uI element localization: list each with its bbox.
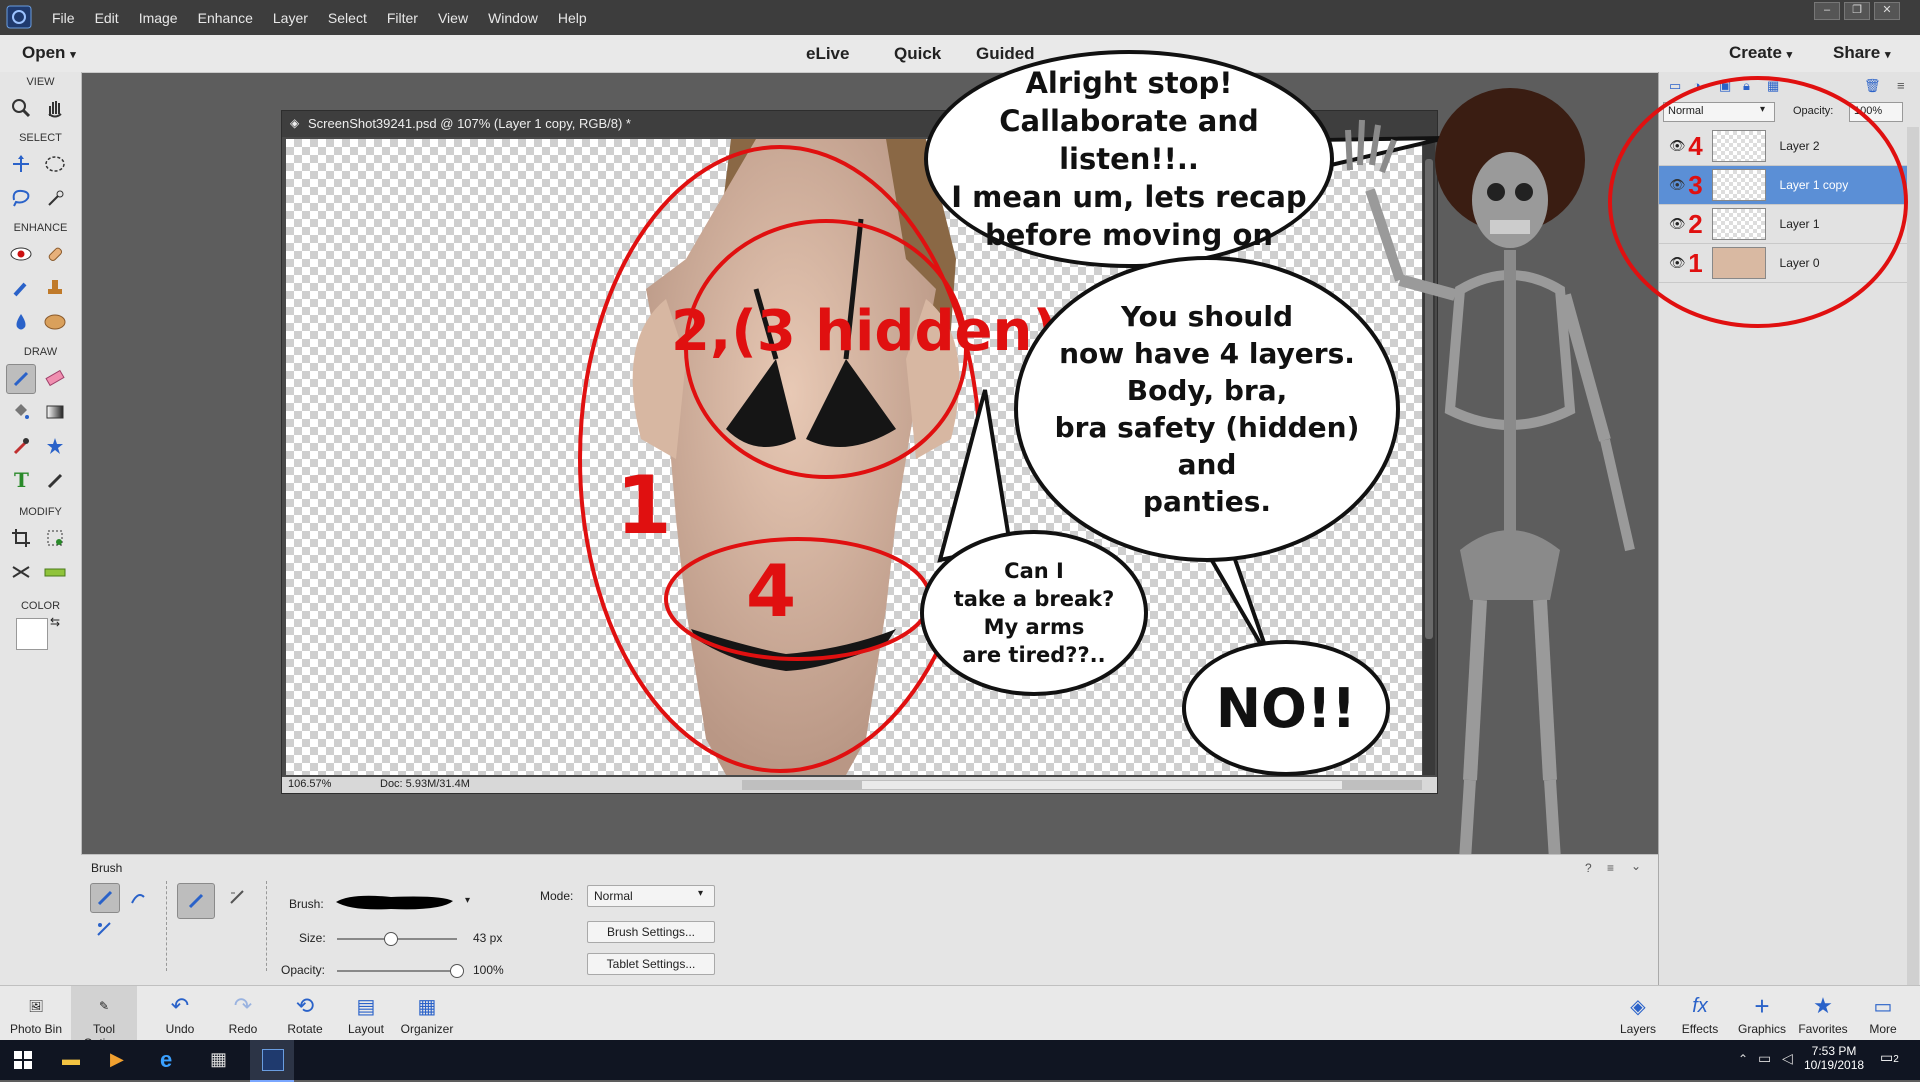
- graphics-button[interactable]: + Graphics: [1729, 990, 1795, 1037]
- tool-options-icon: ✎: [98, 999, 110, 1013]
- more-icon: ▭: [1873, 995, 1893, 1018]
- size-slider-knob[interactable]: [384, 932, 398, 946]
- effects-icon: fx: [1692, 994, 1708, 1017]
- help-icon[interactable]: ?: [1585, 861, 1592, 875]
- chevron-down-icon[interactable]: ▾: [465, 895, 470, 906]
- opacity-value: 100%: [473, 963, 504, 977]
- size-value: 43 px: [473, 931, 503, 945]
- redo-button[interactable]: ↷ Redo: [210, 990, 276, 1036]
- speech-bubble-1-text: Alright stop! Callaborate and listen!!..…: [951, 66, 1307, 252]
- layout-label: Layout: [347, 1022, 385, 1036]
- clock-date: 10/19/2018: [1804, 1058, 1865, 1072]
- layers-button[interactable]: ◈ Layers: [1605, 990, 1671, 1037]
- collapse-icon[interactable]: ⌄: [1631, 859, 1641, 873]
- layers-icon: ◈: [1630, 995, 1646, 1018]
- speech-bubble-3-text: Can I take a break? My arms are tired??.…: [953, 559, 1115, 667]
- notification-count: 2: [1893, 1054, 1899, 1065]
- organizer-label: Organizer: [400, 1022, 454, 1036]
- layers-label: Layers: [1619, 1022, 1657, 1036]
- airbrush-off-icon[interactable]: [177, 883, 215, 919]
- size-slider[interactable]: [337, 932, 457, 946]
- chevron-down-icon: ▾: [698, 888, 704, 899]
- clock[interactable]: 7:53 PM 10/19/2018: [1804, 1044, 1864, 1072]
- photo-bin-button[interactable]: 🖼︎ Photo Bin: [3, 990, 69, 1036]
- more-label: More: [1869, 1022, 1897, 1036]
- divider: [166, 881, 168, 971]
- opacity-label: Opacity:: [281, 963, 326, 977]
- star-icon: ★: [1813, 993, 1833, 1018]
- undo-icon: ↶: [170, 993, 190, 1018]
- favorites-button[interactable]: ★ Favorites: [1790, 990, 1856, 1036]
- undo-button[interactable]: ↶ Undo: [147, 990, 213, 1036]
- effects-label: Effects: [1681, 1022, 1719, 1036]
- opacity-slider-knob[interactable]: [450, 964, 464, 978]
- tablet-settings-button[interactable]: Tablet Settings...: [587, 953, 715, 975]
- tool-options-button[interactable]: ✎Tool Options: [71, 986, 137, 1050]
- volume-icon[interactable]: ◁: [1782, 1050, 1793, 1067]
- pelvis-shape: [1460, 530, 1560, 600]
- speech-bubble-1: Alright stop! Callaborate and listen!!..…: [924, 50, 1334, 268]
- file-explorer-icon[interactable]: ▬: [62, 1049, 80, 1070]
- brush-settings-button[interactable]: Brush Settings...: [587, 921, 715, 943]
- photo-bin-label: Photo Bin: [9, 1022, 63, 1036]
- options-menu-icon[interactable]: ≡: [1607, 861, 1614, 875]
- browser-icon[interactable]: e: [160, 1047, 172, 1073]
- mode-label: Mode:: [540, 889, 574, 903]
- clock-time: 7:53 PM: [1811, 1044, 1857, 1058]
- brush-preset-picker[interactable]: [331, 887, 461, 917]
- brush-mode-icon[interactable]: [90, 883, 120, 913]
- redo-label: Redo: [228, 1022, 258, 1036]
- windows-taskbar: ▬ ▶ e ▦ ⌃ ▭ ◁ 7:53 PM 10/19/2018 ▭2: [0, 1040, 1920, 1082]
- bottom-bar: 🖼︎ Photo Bin ✎Tool Options ↶ Undo ↷ Redo ⟲ R…: [0, 985, 1920, 1050]
- layers-annotation-ellipse: [1608, 76, 1908, 328]
- mode-value: Normal: [594, 889, 633, 903]
- graphics-label: Graphics: [1737, 1022, 1787, 1036]
- skeleton-hand: [1345, 119, 1397, 174]
- effects-button[interactable]: fx Effects: [1667, 990, 1733, 1037]
- rotate-label: Rotate: [287, 1022, 323, 1036]
- layout-button[interactable]: ▤ Layout: [333, 990, 399, 1037]
- mode-select[interactable]: Normal ▾: [587, 885, 715, 907]
- color-replacement-brush-icon[interactable]: [90, 915, 118, 943]
- speech-bubble-3: Can I take a break? My arms are tired??.…: [920, 530, 1148, 696]
- chevron-up-icon[interactable]: ⌃: [1738, 1052, 1748, 1066]
- divider: [266, 881, 268, 971]
- rotate-button[interactable]: ⟲ Rotate: [272, 990, 338, 1036]
- media-player-icon[interactable]: ▶: [110, 1049, 124, 1070]
- tool-options-panel: Brush Brush: ▾ Size: 43 px Opacity: 100%…: [81, 854, 1658, 986]
- windows-start-icon[interactable]: [14, 1051, 32, 1072]
- more-button[interactable]: ▭ More: [1850, 990, 1916, 1037]
- rotate-icon: ⟲: [295, 993, 315, 1018]
- undo-label: Undo: [165, 1022, 195, 1036]
- photoshop-elements-taskbar-icon[interactable]: [250, 1040, 294, 1082]
- organizer-icon: ▦: [417, 995, 437, 1018]
- network-icon[interactable]: ▭: [1758, 1050, 1771, 1067]
- brush-label: Brush:: [289, 897, 324, 911]
- redo-icon: ↷: [233, 993, 253, 1018]
- plus-icon: +: [1754, 990, 1770, 1021]
- organizer-button[interactable]: ▦ Organizer: [394, 990, 460, 1037]
- airbrush-icon[interactable]: [223, 883, 251, 911]
- size-label: Size:: [299, 931, 326, 945]
- calculator-icon[interactable]: ▦: [210, 1049, 227, 1070]
- photo-bin-icon: 🖼︎: [28, 999, 44, 1013]
- layout-icon: ▤: [356, 995, 376, 1018]
- opacity-slider[interactable]: [337, 964, 464, 978]
- speech-bubble-2-text: You should now have 4 layers. Body, bra,…: [1054, 300, 1360, 518]
- impressionist-brush-icon[interactable]: [124, 883, 152, 911]
- favorites-label: Favorites: [1798, 1022, 1848, 1036]
- tool-options-title: Brush: [91, 861, 123, 875]
- notifications-icon[interactable]: ▭2: [1880, 1049, 1899, 1066]
